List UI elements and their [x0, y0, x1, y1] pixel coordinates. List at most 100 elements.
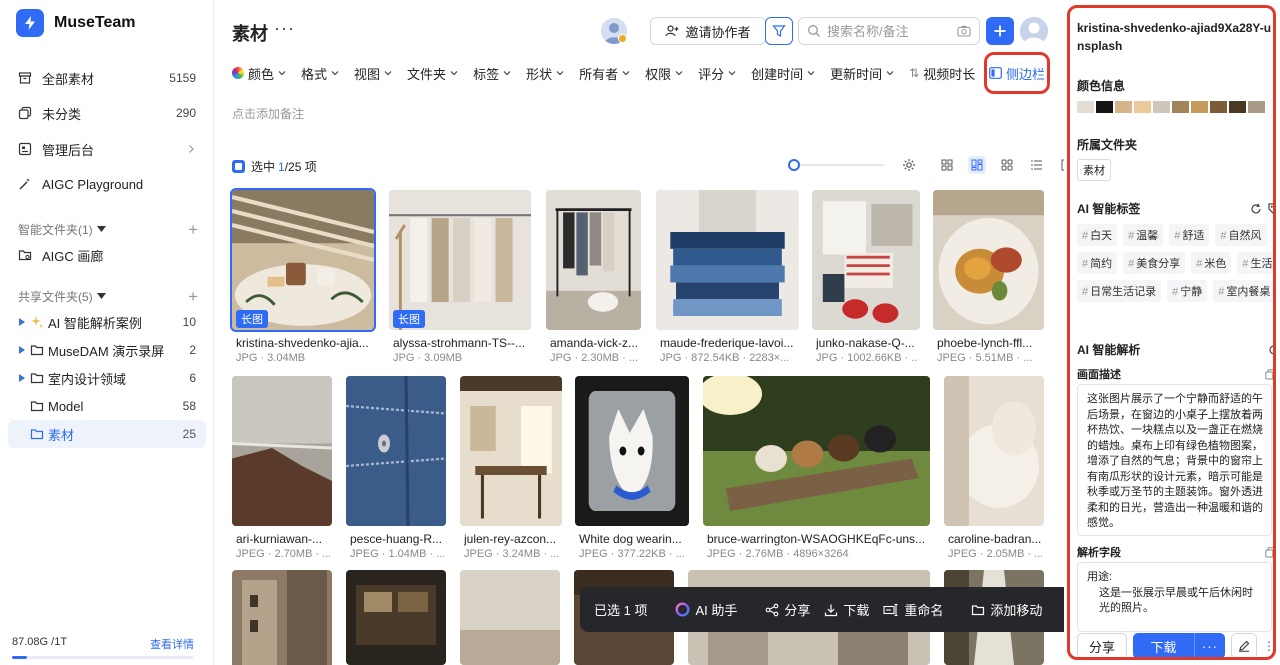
download-button[interactable]: 下载	[824, 600, 869, 619]
sidebar-item-musedam[interactable]: MuseDAM 演示录屏 2	[8, 336, 206, 364]
color-swatch[interactable]	[1134, 101, 1151, 113]
panel-download-button[interactable]: 下载	[1133, 637, 1194, 656]
filter-8[interactable]: 评分	[698, 64, 736, 83]
asset-thumbnail[interactable]	[656, 190, 799, 330]
filter-6[interactable]: 所有者	[579, 64, 630, 83]
refresh-icon[interactable]	[1250, 203, 1262, 215]
more-options-button[interactable]: ···	[274, 18, 295, 39]
asset-thumbnail[interactable]	[232, 376, 332, 526]
color-swatch[interactable]	[1172, 101, 1189, 113]
sidebar-item-unclassified[interactable]: 未分类 290	[8, 99, 206, 127]
asset-name[interactable]: maude-frederique-lavoi...	[660, 336, 797, 350]
sidebar-item-ai-cases[interactable]: AI 智能解析案例 10	[8, 308, 206, 336]
color-swatch[interactable]	[1153, 101, 1170, 113]
asset-thumbnail[interactable]	[346, 376, 446, 526]
asset-thumbnail-partial[interactable]	[346, 570, 446, 665]
filter-1[interactable]: 格式	[301, 64, 339, 83]
panel-more-icon[interactable]: ⋮	[1263, 639, 1273, 653]
asset-name[interactable]: alyssa-strohmann-TS--...	[393, 336, 529, 350]
grid-view-icon[interactable]	[938, 156, 956, 174]
refresh-icon[interactable]	[1268, 344, 1273, 356]
asset-card[interactable]: ari-kurniawan-... JPEG · 2.70MB · ...	[232, 376, 332, 566]
asset-name[interactable]: phoebe-lynch-ffl...	[937, 336, 1042, 350]
ai-tag[interactable]: # 白天	[1077, 224, 1118, 246]
asset-card[interactable]: maude-frederique-lavoi... JPG · 872.54KB …	[656, 190, 799, 370]
camera-icon[interactable]	[957, 25, 971, 37]
asset-thumbnail[interactable]	[230, 188, 376, 332]
asset-card[interactable]: caroline-badran... JPEG · 2.05MB · ...	[944, 376, 1044, 566]
filter-2[interactable]: 视图	[354, 64, 392, 83]
invite-collaborator-button[interactable]: 邀请协作者	[650, 17, 766, 45]
tag-icon[interactable]	[1268, 202, 1273, 215]
thumbnail-size-slider[interactable]	[788, 158, 884, 172]
small-grid-view-icon[interactable]	[998, 156, 1016, 174]
asset-thumbnail-partial[interactable]	[460, 570, 560, 665]
user-avatar[interactable]	[1020, 17, 1048, 45]
ai-tag[interactable]: # 舒适	[1169, 224, 1210, 246]
color-swatch[interactable]	[1248, 101, 1265, 113]
masonry-view-icon[interactable]	[968, 156, 986, 174]
asset-card[interactable]: phoebe-lynch-ffl... JPEG · 5.51MB · ...	[933, 190, 1044, 370]
asset-card-selected[interactable]: 长图 kristina-shvedenko-ajia... JPG · 3.04MB	[230, 188, 376, 370]
asset-card[interactable]: White dog wearin... JPEG · 377.22KB · ...	[575, 376, 689, 566]
logo[interactable]: MuseTeam	[16, 9, 136, 37]
filter-0[interactable]: 颜色	[232, 64, 286, 83]
filter-11[interactable]: ⇅ 视频时长	[909, 64, 975, 83]
color-swatch[interactable]	[1229, 101, 1246, 113]
color-swatch[interactable]	[1191, 101, 1208, 113]
asset-name[interactable]: pesce-huang-R...	[350, 532, 444, 546]
filter-10[interactable]: 更新时间	[830, 64, 894, 83]
filter-3[interactable]: 文件夹	[407, 64, 458, 83]
ai-tag[interactable]: # 米色	[1191, 252, 1232, 274]
ai-tag[interactable]: # 生活	[1237, 252, 1273, 274]
select-all-checkbox[interactable]	[232, 160, 245, 173]
add-move-button[interactable]: 添加移动	[971, 600, 1042, 619]
asset-card[interactable]: julen-rey-azcon... JPEG · 3.24MB · ...	[460, 376, 562, 566]
asset-thumbnail[interactable]	[546, 190, 641, 330]
folder-chip[interactable]: 素材	[1077, 159, 1111, 181]
asset-name[interactable]: bruce-warrington-WSAOGHKEqFc-uns...	[707, 532, 928, 546]
color-swatch[interactable]	[1096, 101, 1113, 113]
filter-button[interactable]	[765, 17, 793, 45]
asset-name[interactable]: junko-nakase-Q-...	[816, 336, 918, 350]
sidebar-item-all-assets[interactable]: 全部素材 5159	[8, 64, 206, 92]
storage-details-link[interactable]: 查看详情	[150, 636, 194, 652]
asset-thumbnail[interactable]	[944, 376, 1044, 526]
asset-thumbnail[interactable]	[703, 376, 930, 526]
sidebar-item-interior-design[interactable]: 室内设计领域 6	[8, 364, 206, 392]
sidebar-item-model[interactable]: Model 58	[8, 392, 206, 420]
add-note-field[interactable]: 点击添加备注	[232, 105, 304, 122]
add-button[interactable]	[986, 17, 1014, 45]
asset-name[interactable]: julen-rey-azcon...	[464, 532, 560, 546]
asset-card[interactable]: junko-nakase-Q-... JPG · 1002.66KB · ...	[812, 190, 920, 370]
ai-tag[interactable]: # 简约	[1077, 252, 1118, 274]
asset-card[interactable]: amanda-vick-z... JPG · 2.30MB · ...	[546, 190, 641, 370]
asset-name[interactable]: caroline-badran...	[948, 532, 1042, 546]
panel-share-button[interactable]: 分享	[1077, 633, 1127, 657]
color-swatch[interactable]	[1210, 101, 1227, 113]
asset-card[interactable]: bruce-warrington-WSAOGHKEqFc-uns... JPEG …	[703, 376, 930, 566]
filter-4[interactable]: 标签	[473, 64, 511, 83]
sidebar-item-sucai[interactable]: 素材 25	[8, 420, 206, 448]
filter-7[interactable]: 权限	[645, 64, 683, 83]
sidebar-toggle-button[interactable]: 侧边栏	[984, 52, 1050, 94]
color-swatch[interactable]	[1115, 101, 1132, 113]
slider-knob[interactable]	[788, 159, 800, 171]
filter-9[interactable]: 创建时间	[751, 64, 815, 83]
share-button[interactable]: 分享	[765, 600, 810, 619]
edit-button[interactable]	[1231, 633, 1257, 657]
download-more-button[interactable]: ···	[1195, 639, 1225, 654]
asset-thumbnail[interactable]	[389, 190, 531, 330]
settings-gear-icon[interactable]	[900, 156, 918, 174]
rename-button[interactable]: 重命名	[883, 600, 943, 619]
filter-5[interactable]: 形状	[526, 64, 564, 83]
add-shared-folder-button[interactable]: +	[188, 288, 198, 305]
asset-thumbnail[interactable]	[933, 190, 1044, 330]
sidebar-item-aigc-gallery[interactable]: AIGC 画廊	[8, 241, 206, 269]
asset-name[interactable]: White dog wearin...	[579, 532, 687, 546]
color-swatch[interactable]	[1077, 101, 1094, 113]
ai-assistant-button[interactable]: AI 助手	[675, 600, 737, 619]
asset-card[interactable]: 长图 alyssa-strohmann-TS--... JPG · 3.09MB	[389, 190, 531, 370]
ai-tag[interactable]: # 宁静	[1167, 280, 1208, 302]
shared-folders-section[interactable]: 共享文件夹(5) +	[18, 288, 198, 305]
